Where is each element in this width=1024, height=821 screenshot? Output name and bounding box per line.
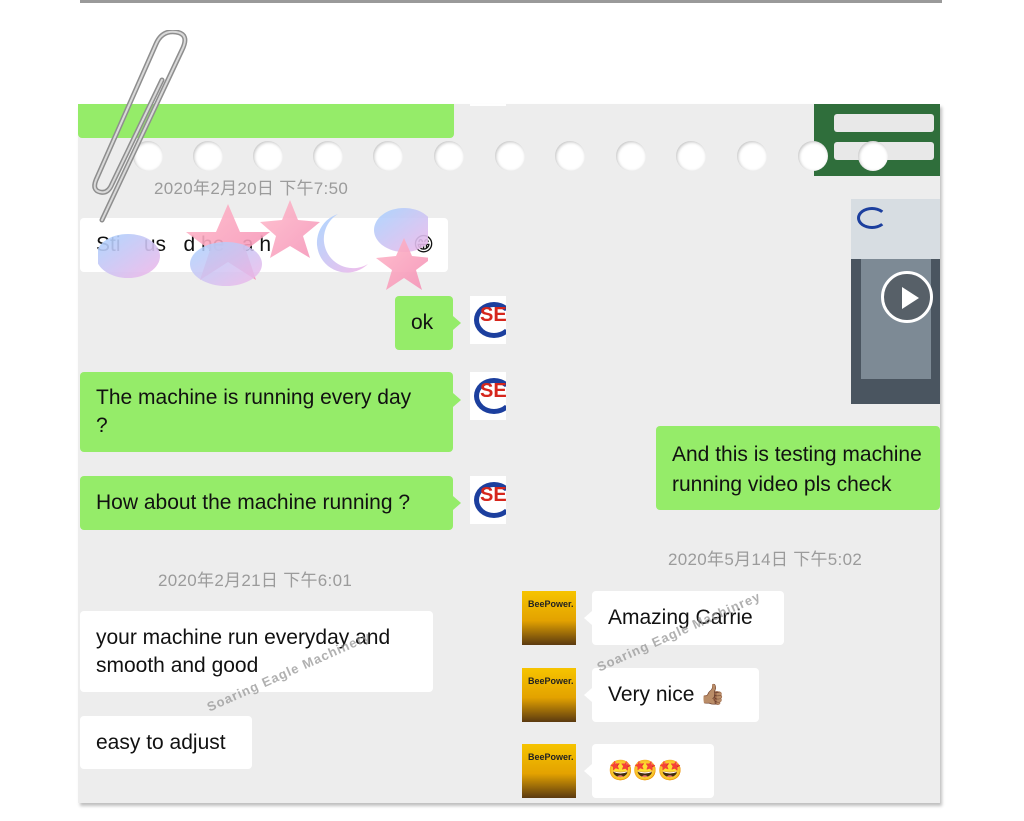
binder-hole bbox=[495, 141, 525, 171]
sem-label: SEI bbox=[480, 380, 506, 402]
binder-hole bbox=[313, 141, 343, 171]
sem-avatar[interactable]: SEI bbox=[470, 372, 506, 420]
bubble-tail bbox=[453, 393, 461, 407]
sem-label: SEI bbox=[480, 304, 506, 326]
message-bubble-emojis[interactable]: 🤩🤩🤩 bbox=[592, 744, 714, 798]
message-bubble-running-every-day[interactable]: The machine is running every day ? bbox=[80, 372, 453, 452]
message-bubble-testing-video[interactable]: And this is testing machine running vide… bbox=[656, 426, 940, 510]
sem-avatar[interactable]: SEI bbox=[470, 296, 506, 344]
star-struck-emoji-icon: 🤩🤩🤩 bbox=[608, 760, 683, 782]
message-bubble-how-about[interactable]: How about the machine running ? bbox=[80, 476, 453, 530]
message-text: Very nice bbox=[608, 683, 695, 706]
beepower-avatar[interactable]: BeePower. bbox=[522, 744, 576, 798]
beepower-label: BeePower. bbox=[528, 752, 574, 762]
paperclip-icon bbox=[92, 30, 188, 223]
message-text-line2: ? bbox=[96, 414, 108, 437]
message-text: ok bbox=[411, 311, 434, 334]
binder-hole bbox=[434, 141, 464, 171]
message-text: How about the machine running ? bbox=[96, 491, 411, 514]
binder-hole bbox=[737, 141, 767, 171]
bubble-tail bbox=[453, 496, 461, 510]
beepower-avatar[interactable]: BeePower. bbox=[522, 668, 576, 722]
message-text-line2: smooth and good bbox=[96, 654, 259, 677]
play-icon[interactable] bbox=[881, 271, 933, 323]
chat-paper: 2020年2月20日 下午7:50 Sti us d he a h 😁 ok S… bbox=[78, 104, 940, 803]
binder-hole bbox=[798, 141, 828, 171]
message-bubble-ok[interactable]: ok bbox=[395, 296, 453, 350]
binder-hole bbox=[253, 141, 283, 171]
binder-hole bbox=[676, 141, 706, 171]
bubble-tail bbox=[584, 764, 592, 778]
message-bubble-very-nice[interactable]: Very nice 👍🏽 bbox=[592, 668, 759, 722]
sem-avatar[interactable]: SEI bbox=[470, 476, 506, 524]
binder-hole bbox=[616, 141, 646, 171]
beepower-label: BeePower. bbox=[528, 676, 574, 686]
timestamp: 2020年5月14日 下午5:02 bbox=[668, 550, 863, 569]
video-thumbnail[interactable] bbox=[851, 199, 940, 404]
timestamp: 2020年2月21日 下午6:01 bbox=[158, 571, 353, 590]
message-text: easy to adjust bbox=[96, 731, 226, 754]
message-bubble-easy[interactable]: easy to adjust bbox=[80, 716, 252, 769]
bubble-tail bbox=[584, 688, 592, 702]
binder-hole bbox=[858, 141, 888, 171]
beepower-label: BeePower. bbox=[528, 599, 574, 609]
bubble-tail bbox=[584, 611, 592, 625]
message-text-line1: The machine is running every day bbox=[96, 386, 412, 409]
binder-hole bbox=[555, 141, 585, 171]
partial-avatar bbox=[470, 104, 506, 106]
bubble-tail bbox=[453, 316, 461, 330]
top-border bbox=[80, 0, 942, 3]
thumbs-up-icon: 👍🏽 bbox=[700, 684, 726, 706]
binder-hole bbox=[373, 141, 403, 171]
message-text-line1: And this is testing machine bbox=[672, 443, 922, 466]
sem-label: SEI bbox=[480, 484, 506, 506]
beepower-avatar[interactable]: BeePower. bbox=[522, 591, 576, 645]
message-text-line2: running video pls check bbox=[672, 473, 892, 496]
